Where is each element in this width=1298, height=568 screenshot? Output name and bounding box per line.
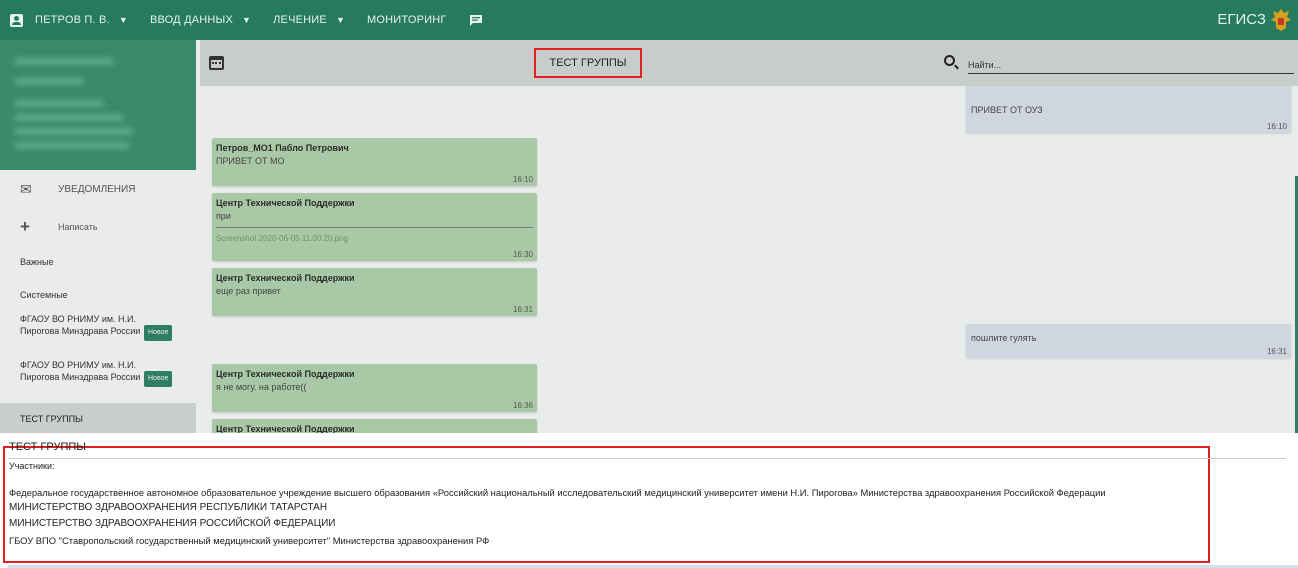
emblem-icon xyxy=(1271,9,1291,31)
blurred-text xyxy=(14,100,104,107)
new-badge: Новое xyxy=(144,371,173,387)
blurred-text xyxy=(14,78,84,85)
incoming-message[interactable]: Центр Технической Поддержки xyxy=(212,419,537,433)
attachment-link[interactable]: Screenshot 2020-06-05 11.00.20.png xyxy=(216,227,533,243)
sidebar-item-label: Системные xyxy=(20,290,68,300)
chat-title[interactable]: ТЕСТ ГРУППЫ xyxy=(534,48,642,78)
incoming-message[interactable]: Центр Технической Поддержки еще раз прив… xyxy=(212,268,537,316)
sidebar-item-org[interactable]: ФГАОУ ВО РНИМУ им. Н.И. Пирогова Минздра… xyxy=(0,357,196,403)
message-sender: Центр Технической Поддержки xyxy=(216,369,355,379)
participant-item: МИНИСТЕРСТВО ЗДРАВООХРАНЕНИЯ РЕСПУБЛИКИ … xyxy=(9,502,328,513)
sidebar-item-label: Написать xyxy=(58,222,98,232)
sidebar-item-label: ТЕСТ ГРУППЫ xyxy=(20,414,83,424)
calendar-icon[interactable] xyxy=(209,56,224,70)
treatment-menu[interactable]: ЛЕЧЕНИЕ ▼ xyxy=(273,14,345,26)
caret-down-icon: ▼ xyxy=(242,15,252,25)
message-text: пошлите гулять xyxy=(971,333,1037,343)
group-info-panel: ТЕСТ ГРУППЫ Участники: Федеральное госуд… xyxy=(0,433,1298,568)
participant-item: Федеральное государственное автономное о… xyxy=(9,487,1106,498)
sidebar-item-system[interactable]: Системные xyxy=(0,279,196,311)
sidebar: ✉ УВЕДОМЛЕНИЯ + Написать Важные Системны… xyxy=(0,40,196,435)
sidebar-item-label: УВЕДОМЛЕНИЯ xyxy=(58,183,136,195)
blurred-text xyxy=(14,128,134,135)
message-sender: Петров_МО1 Пабло Петрович xyxy=(216,143,349,153)
data-input-menu[interactable]: ВВОД ДАННЫХ ▼ xyxy=(150,14,251,26)
monitoring-menu[interactable]: МОНИТОРИНГ xyxy=(367,14,447,26)
user-menu[interactable]: ПЕТРОВ П. В. ▼ xyxy=(35,14,128,26)
participants-label: Участники: xyxy=(9,461,55,471)
group-title: ТЕСТ ГРУППЫ xyxy=(9,441,86,453)
brand-label: ЕГИСЗ xyxy=(1217,11,1266,28)
blurred-text xyxy=(14,58,114,65)
sidebar-item-org[interactable]: ФГАОУ ВО РНИМУ им. Н.И. Пирогова Минздра… xyxy=(0,311,196,357)
message-list: ПРИВЕТ ОТ ОУЗ 16:10 Петров_МО1 Пабло Пет… xyxy=(200,86,1298,433)
sidebar-item-label: ФГАОУ ВО РНИМУ им. Н.И. Пирогова Минздра… xyxy=(20,314,141,336)
user-menu-label: ПЕТРОВ П. В. xyxy=(35,14,110,26)
search-icon[interactable] xyxy=(944,55,955,66)
message-time: 16:31 xyxy=(512,305,533,314)
chat-title-label: ТЕСТ ГРУППЫ xyxy=(549,57,627,69)
incoming-message[interactable]: Центр Технической Поддержки при Screensh… xyxy=(212,193,537,261)
sidebar-item-label: ФГАОУ ВО РНИМУ им. Н.И. Пирогова Минздра… xyxy=(20,360,141,382)
outgoing-message[interactable]: пошлите гулять 16:31 xyxy=(966,324,1291,358)
profile-card xyxy=(0,40,196,170)
message-text: еще раз привет xyxy=(216,286,281,296)
chat-icon[interactable] xyxy=(469,14,483,27)
plus-icon: + xyxy=(20,217,30,236)
message-time: 16:10 xyxy=(512,175,533,184)
treatment-menu-label: ЛЕЧЕНИЕ xyxy=(273,14,327,26)
message-time: 16:30 xyxy=(512,250,533,259)
sidebar-item-important[interactable]: Важные xyxy=(0,246,196,278)
message-sender: Центр Технической Поддержки xyxy=(216,198,355,208)
sidebar-item-label: Важные xyxy=(20,257,54,267)
search-input[interactable] xyxy=(968,56,1294,74)
message-text: ПРИВЕТ ОТ ОУЗ xyxy=(971,105,1043,115)
participant-item: ГБОУ ВПО "Ставропольский государственный… xyxy=(9,535,490,546)
message-sender: Центр Технической Поддержки xyxy=(216,424,355,433)
message-time: 16:31 xyxy=(1266,347,1287,356)
message-time: 16:10 xyxy=(1266,122,1287,131)
sidebar-item-compose[interactable]: + Написать xyxy=(0,208,196,246)
chat-header: ТЕСТ ГРУППЫ xyxy=(200,40,1298,86)
sidebar-item-test-group[interactable]: ТЕСТ ГРУППЫ xyxy=(0,403,196,435)
message-time: 16:36 xyxy=(512,401,533,410)
incoming-message[interactable]: Центр Технической Поддержки я не могу. н… xyxy=(212,364,537,412)
blurred-text xyxy=(14,114,124,121)
incoming-message[interactable]: Петров_МО1 Пабло Петрович ПРИВЕТ ОТ МО 1… xyxy=(212,138,537,186)
message-text: при xyxy=(216,211,231,221)
account-box-icon[interactable] xyxy=(10,13,23,27)
blurred-text xyxy=(14,142,130,149)
new-badge: Новое xyxy=(144,325,173,341)
monitoring-menu-label: МОНИТОРИНГ xyxy=(367,14,447,26)
data-input-menu-label: ВВОД ДАННЫХ xyxy=(149,14,234,26)
divider xyxy=(8,458,1286,459)
message-text: ПРИВЕТ ОТ МО xyxy=(216,156,285,166)
caret-down-icon: ▼ xyxy=(118,15,128,25)
top-nav-bar: ПЕТРОВ П. В. ▼ ВВОД ДАННЫХ ▼ ЛЕЧЕНИЕ ▼ М… xyxy=(0,0,1298,40)
sidebar-item-notifications[interactable]: ✉ УВЕДОМЛЕНИЯ xyxy=(0,170,196,208)
message-sender: Центр Технической Поддержки xyxy=(216,273,355,283)
mail-icon: ✉ xyxy=(20,180,32,197)
caret-down-icon: ▼ xyxy=(335,15,346,25)
participant-item: МИНИСТЕРСТВО ЗДРАВООХРАНЕНИЯ РОССИЙСКОЙ … xyxy=(9,518,336,529)
message-text: я не могу. на работе(( xyxy=(216,382,307,392)
outgoing-message[interactable]: ПРИВЕТ ОТ ОУЗ 16:10 xyxy=(966,86,1291,133)
